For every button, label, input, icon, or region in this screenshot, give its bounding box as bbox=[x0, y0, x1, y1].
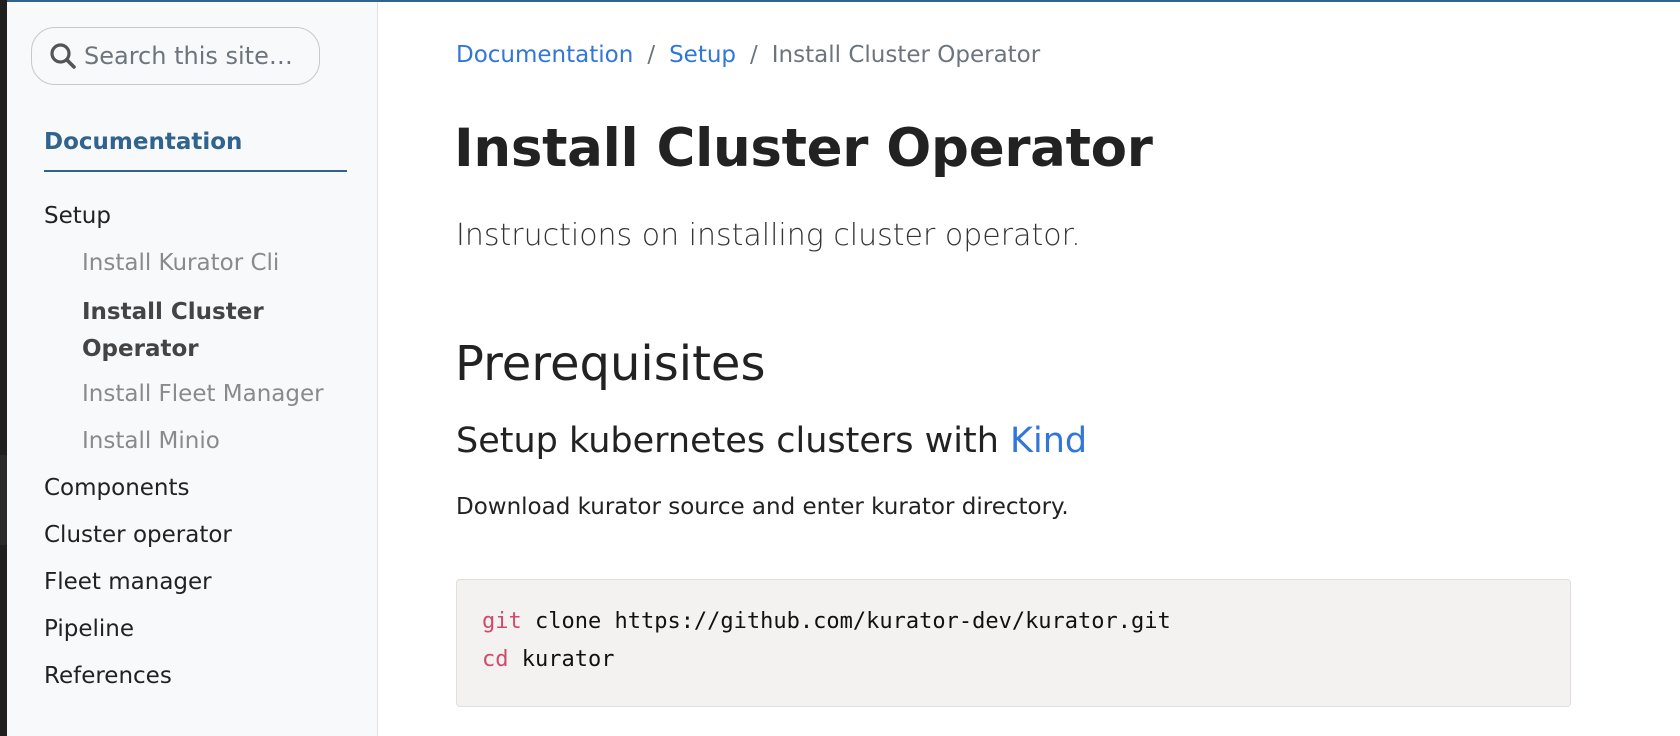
heading-setup-clusters-text: Setup kubernetes clusters with bbox=[456, 421, 1011, 461]
search-icon bbox=[50, 43, 76, 69]
heading-prerequisites: Prerequisites bbox=[455, 336, 766, 392]
sidebar-item-install-minio[interactable]: Install Minio bbox=[82, 428, 220, 454]
sidebar-item-pipeline[interactable]: Pipeline bbox=[44, 616, 134, 642]
search-input[interactable] bbox=[84, 42, 319, 70]
window-left-edge bbox=[0, 0, 7, 736]
sidebar-item-install-kurator-cli[interactable]: Install Kurator Cli bbox=[82, 250, 279, 276]
search-box[interactable] bbox=[31, 27, 320, 85]
sidebar-item-cluster-operator[interactable]: Cluster operator bbox=[44, 522, 232, 548]
kind-link[interactable]: Kind bbox=[1010, 421, 1087, 461]
code-line: cd kurator bbox=[482, 647, 614, 672]
page-title: Install Cluster Operator bbox=[454, 118, 1153, 179]
sidebar-section-documentation[interactable]: Documentation bbox=[44, 129, 347, 172]
breadcrumb-link-documentation[interactable]: Documentation bbox=[456, 42, 633, 68]
breadcrumb: Documentation / Setup / Install Cluster Oper… bbox=[456, 42, 1040, 76]
sidebar-item-setup[interactable]: Setup bbox=[44, 203, 111, 229]
page-lead: Instructions on installing cluster opera… bbox=[456, 218, 1081, 253]
code-args: kurator bbox=[508, 647, 615, 672]
sidebar-item-install-fleet-manager[interactable]: Install Fleet Manager bbox=[82, 381, 324, 407]
breadcrumb-separator: / bbox=[647, 42, 656, 68]
code-command: git bbox=[482, 609, 522, 634]
breadcrumb-link-setup[interactable]: Setup bbox=[669, 42, 736, 68]
code-block[interactable]: git clone https://github.com/kurator-dev… bbox=[456, 579, 1571, 707]
sidebar-item-fleet-manager[interactable]: Fleet manager bbox=[44, 569, 212, 595]
breadcrumb-current: Install Cluster Operator bbox=[771, 42, 1041, 68]
code-args: clone https://github.com/kurator-dev/kur… bbox=[521, 609, 1171, 634]
code-line: git clone https://github.com/kurator-dev… bbox=[482, 609, 1171, 634]
sidebar: Documentation Setup Install Kurator Cli … bbox=[7, 2, 378, 736]
heading-setup-clusters: Setup kubernetes clusters with Kind bbox=[456, 421, 1087, 461]
paragraph-download: Download kurator source and enter kurato… bbox=[456, 494, 1069, 520]
breadcrumb-separator: / bbox=[750, 42, 758, 68]
sidebar-item-install-cluster-operator[interactable]: Install Cluster Operator bbox=[82, 294, 322, 368]
code-command: cd bbox=[482, 647, 509, 672]
sidebar-item-references[interactable]: References bbox=[44, 663, 172, 689]
sidebar-item-components[interactable]: Components bbox=[44, 475, 190, 501]
